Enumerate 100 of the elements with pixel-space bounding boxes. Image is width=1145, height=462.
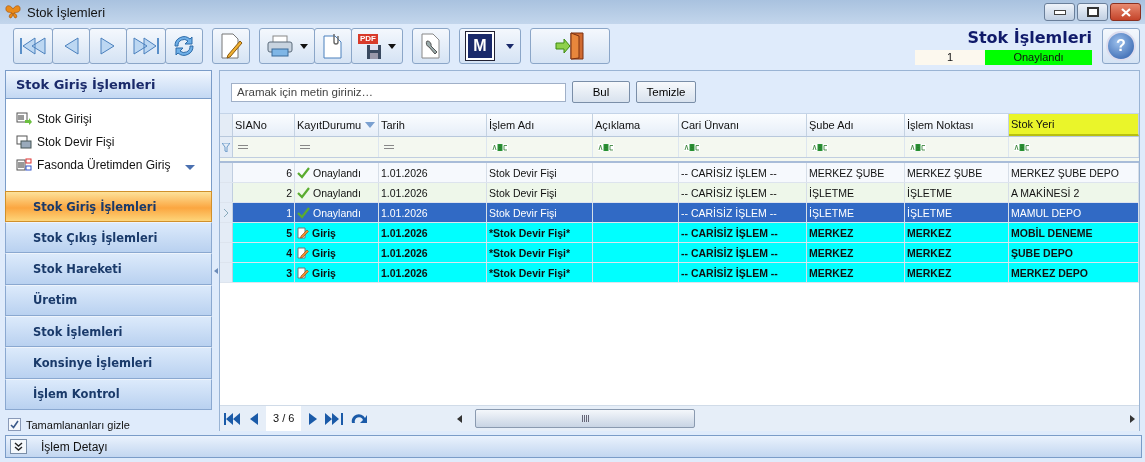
first-button[interactable] bbox=[13, 28, 53, 64]
find-button[interactable]: Bul bbox=[572, 81, 630, 103]
cell-text: 1 bbox=[286, 206, 292, 219]
text-filter-icon bbox=[812, 143, 828, 151]
attach-button[interactable] bbox=[314, 28, 352, 64]
list-item[interactable]: Stok Devir Fişi bbox=[6, 130, 212, 153]
edit-note-icon bbox=[297, 246, 309, 259]
text-filter-icon bbox=[492, 143, 508, 151]
refresh-button[interactable] bbox=[165, 28, 203, 64]
equals-filter-icon bbox=[238, 145, 248, 149]
next-page-icon[interactable] bbox=[309, 412, 318, 425]
column-header[interactable]: KayıtDurumu bbox=[295, 114, 379, 136]
table-row[interactable]: 4 Giriş 1.01.2026 *Stok Devir Fişi* -- CARİSİZ İŞLEM -- MERKEZ MERKEZ ŞUBE DEPO bbox=[220, 243, 1139, 263]
cell-text: MERKEZ ŞUBE DEPO bbox=[1011, 166, 1119, 179]
filter-icon bbox=[222, 142, 230, 152]
current-row-icon bbox=[223, 208, 229, 217]
cell-text: *Stok Devir Fişi* bbox=[489, 226, 571, 239]
redo-icon[interactable] bbox=[351, 412, 370, 425]
last-page-icon[interactable] bbox=[325, 412, 344, 425]
last-button[interactable] bbox=[126, 28, 166, 64]
scroll-left-icon[interactable] bbox=[457, 414, 463, 423]
scrollbar-thumb[interactable] bbox=[475, 409, 696, 428]
sort-arrow-icon bbox=[365, 122, 376, 128]
table-row[interactable]: 2 Onaylandı 1.01.2026 Stok Devir Fişi -- CARİSİZ İŞLEM -- İŞLETME İŞLETME A MAKİNESİ 2 bbox=[220, 183, 1139, 203]
logo-button[interactable]: M bbox=[459, 28, 521, 64]
refresh-icon bbox=[171, 34, 197, 58]
table-row[interactable]: 1 Onaylandı 1.01.2026 Stok Devir Fişi -- CARİSİZ İŞLEM -- İŞLETME İŞLETME MAMUL DEPO bbox=[220, 203, 1139, 223]
pdf-button[interactable]: PDF bbox=[351, 28, 403, 64]
cell-text: ŞUBE DEPO bbox=[1011, 246, 1073, 259]
cell-text: 6 bbox=[286, 166, 292, 179]
status-text: Giriş bbox=[312, 246, 336, 259]
column-header[interactable]: İşlem Adı bbox=[487, 114, 593, 136]
butterfly-icon bbox=[5, 5, 21, 19]
nav-group-button[interactable]: Stok Hareketi bbox=[5, 253, 213, 285]
first-record-icon bbox=[18, 35, 48, 57]
cell-text: MERKEZ bbox=[809, 246, 854, 259]
maximize-button[interactable] bbox=[1077, 3, 1108, 21]
cell-text: İŞLETME bbox=[809, 206, 854, 219]
cell-text: 4 bbox=[286, 246, 292, 259]
column-header[interactable]: Şube Adı bbox=[807, 114, 905, 136]
minimize-button[interactable] bbox=[1044, 3, 1075, 21]
table-row[interactable]: 3 Giriş 1.01.2026 *Stok Devir Fişi* -- CARİSİZ İŞLEM -- MERKEZ MERKEZ MERKEZ DEPO bbox=[220, 263, 1139, 283]
close-button[interactable] bbox=[1110, 3, 1141, 21]
cell-text: -- CARİSİZ İŞLEM -- bbox=[681, 186, 777, 199]
barcode-icon bbox=[16, 157, 32, 172]
first-page-icon[interactable] bbox=[224, 412, 242, 425]
clear-button[interactable]: Temizle bbox=[636, 81, 696, 103]
previous-page-icon[interactable] bbox=[250, 412, 258, 425]
nav-group-button[interactable]: Stok İşlemleri bbox=[5, 316, 213, 348]
wrench-document-icon bbox=[420, 32, 442, 60]
scroll-right-icon[interactable] bbox=[1130, 414, 1135, 423]
text-filter-icon bbox=[684, 143, 700, 151]
scroll-down-icon[interactable] bbox=[185, 165, 196, 170]
status-text: Onaylandı bbox=[313, 206, 361, 219]
table-row[interactable]: 5 Giriş 1.01.2026 *Stok Devir Fişi* -- CARİSİZ İŞLEM -- MERKEZ MERKEZ MOBİL DENEME bbox=[220, 223, 1139, 243]
text-filter-icon bbox=[910, 143, 926, 151]
cell-text: -- CARİSİZ İŞLEM -- bbox=[681, 206, 777, 219]
list-item[interactable]: Fasonda Üretimden Giriş bbox=[6, 153, 212, 176]
exit-door-icon bbox=[553, 31, 587, 61]
paperclip-document-icon bbox=[322, 32, 344, 60]
status-label: Onaylandı bbox=[985, 49, 1092, 65]
expand-button[interactable] bbox=[10, 439, 27, 454]
checkmark-icon bbox=[297, 186, 310, 199]
list-item[interactable]: Stok Girişi bbox=[6, 107, 212, 130]
record-number: 1 bbox=[915, 49, 985, 65]
edit-button[interactable] bbox=[212, 28, 250, 64]
check-icon bbox=[10, 420, 19, 430]
column-header[interactable]: Tarih bbox=[379, 114, 487, 136]
exit-button[interactable] bbox=[530, 28, 610, 64]
previous-icon bbox=[62, 35, 80, 57]
module-title: Stok İşlemleri bbox=[967, 27, 1092, 47]
column-header[interactable]: SIANo bbox=[233, 114, 295, 136]
cell-text: İŞLETME bbox=[809, 186, 854, 199]
row-header-cell bbox=[220, 163, 233, 182]
equals-filter-icon bbox=[384, 145, 394, 149]
hide-completed-checkbox[interactable]: Tamamlananları gizle bbox=[5, 418, 213, 432]
print-button[interactable] bbox=[259, 28, 315, 64]
tools-button[interactable] bbox=[412, 28, 450, 64]
cell-text: MERKEZ bbox=[907, 266, 952, 279]
column-header[interactable]: Stok Yeri bbox=[1009, 114, 1139, 136]
cell-text: İŞLETME bbox=[907, 206, 952, 219]
prev-button[interactable] bbox=[52, 28, 90, 64]
nav-group-button[interactable]: Stok Çıkış İşlemleri bbox=[5, 222, 213, 254]
cell-text: -- CARİSİZ İŞLEM -- bbox=[681, 166, 777, 179]
cell-text: 1.01.2026 bbox=[381, 266, 428, 279]
next-button[interactable] bbox=[89, 28, 127, 64]
nav-group-button[interactable]: Stok Giriş İşlemleri bbox=[5, 190, 213, 223]
nav-group-button[interactable]: Üretim bbox=[5, 284, 213, 317]
nav-group-button[interactable]: Konsinye İşlemleri bbox=[5, 347, 213, 379]
column-header[interactable]: Açıklama bbox=[593, 114, 679, 136]
cell-text: -- CARİSİZ İŞLEM -- bbox=[681, 246, 778, 259]
checkmark-icon bbox=[297, 166, 310, 179]
column-header[interactable]: Cari Ünvanı bbox=[679, 114, 807, 136]
table-row[interactable]: 6 Onaylandı 1.01.2026 Stok Devir Fişi -- CARİSİZ İŞLEM -- MERKEZ ŞUBE MERKEZ ŞUBE MERKEZ ŞUBE DEPO bbox=[220, 163, 1139, 183]
cell-text: A MAKİNESİ 2 bbox=[1011, 186, 1080, 199]
barcode-icon bbox=[16, 111, 32, 126]
last-record-icon bbox=[131, 35, 161, 57]
search-field[interactable]: Aramak için metin giriniz… bbox=[231, 82, 566, 102]
nav-group-button[interactable]: İşlem Kontrol bbox=[5, 378, 213, 411]
cell-text: MERKEZ bbox=[907, 246, 952, 259]
